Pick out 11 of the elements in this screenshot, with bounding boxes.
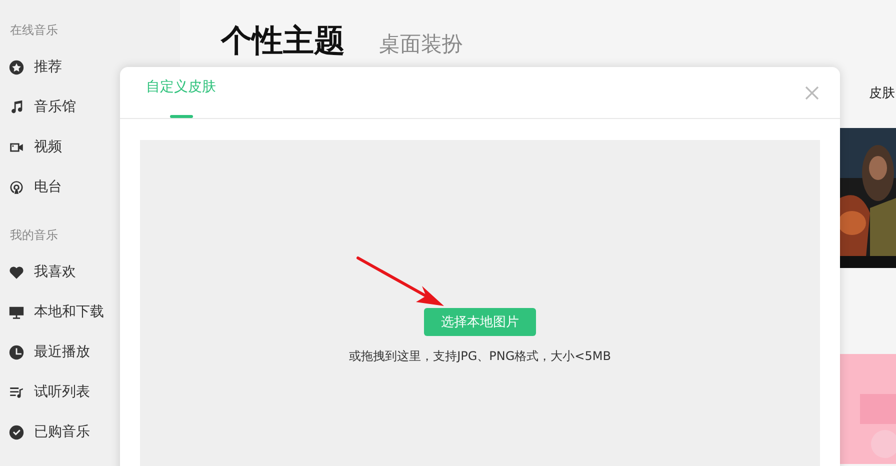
sidebar-item-icon <box>8 424 25 440</box>
skin-tab[interactable]: 皮肤 <box>869 84 895 102</box>
upload-hint: 或拖拽到这里，支持JPG、PNG格式，大小<5MB <box>349 348 611 365</box>
sidebar-item-icon <box>8 344 25 360</box>
sidebar-section-title: 我的音乐 <box>9 227 59 244</box>
close-icon[interactable] <box>805 86 819 100</box>
drop-zone[interactable]: 选择本地图片 或拖拽到这里，支持JPG、PNG格式，大小<5MB <box>140 140 820 466</box>
sidebar-item-icon <box>8 178 25 196</box>
sidebar-item-icon <box>8 58 25 76</box>
page-title: 个性主题 <box>221 22 345 61</box>
sidebar-section-title: 在线音乐 <box>9 22 59 39</box>
